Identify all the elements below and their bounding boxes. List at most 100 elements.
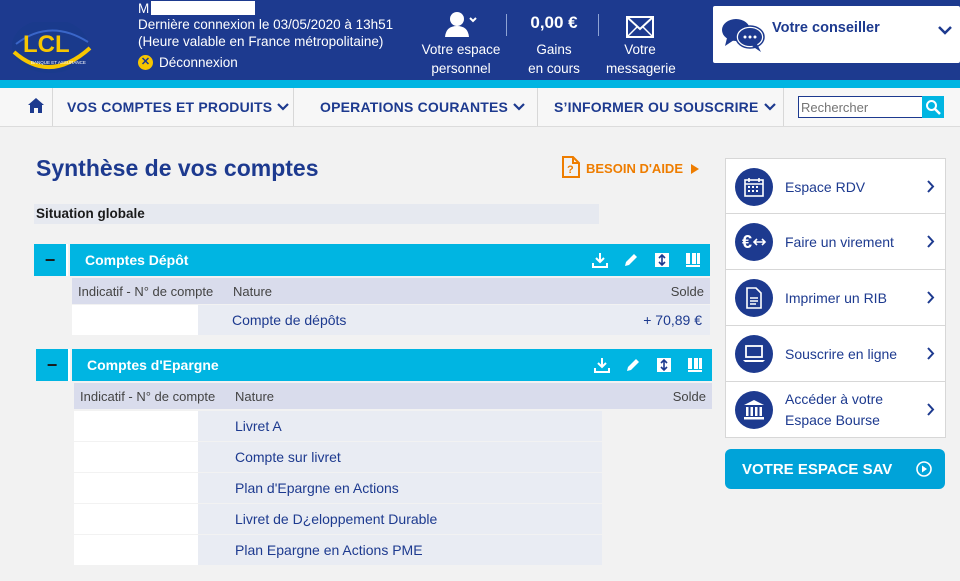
euro-transfer-icon: € (735, 223, 773, 261)
table-row[interactable]: Compte sur livret (74, 442, 602, 472)
sidebar-item-label: Souscrire en ligne (785, 345, 898, 362)
table-row[interactable]: Livret de D¿eloppement Durable (74, 504, 602, 534)
pencil-icon[interactable] (621, 250, 641, 270)
section-title: Comptes Dépôt (85, 252, 189, 268)
nav-item-inform-subscribe[interactable]: S’INFORMER OU SOUSCRIRE (554, 88, 776, 126)
savings-column-headers: Indicatif - N° de compte Nature Solde (74, 383, 712, 409)
messaging-line1: Votre (624, 42, 656, 57)
chevron-right-icon (927, 180, 935, 198)
collapse-deposit-button[interactable]: − (34, 244, 68, 276)
user-initial: M (138, 0, 150, 16)
search-button[interactable] (922, 96, 944, 118)
situation-label: Situation globale (36, 206, 145, 221)
personal-space-button[interactable]: Votre espace personnel (420, 0, 502, 80)
chevron-down-icon (277, 103, 290, 111)
column-header-balance: Solde (670, 284, 704, 299)
user-info: M Dernière connexion le 03/05/2020 à 13h… (138, 0, 393, 71)
advisor-title: Votre conseiller (772, 20, 880, 36)
sav-space-button[interactable]: VOTRE ESPACE SAV (725, 449, 945, 489)
header-divider (506, 14, 507, 36)
column-header-nature: Nature (235, 389, 275, 404)
logo-text: LCL (23, 31, 70, 58)
download-icon[interactable] (592, 355, 612, 375)
columns-icon[interactable] (683, 250, 703, 270)
collapse-savings-button[interactable]: − (36, 349, 70, 381)
timezone-note: (Heure valable en France métropolitaine) (138, 34, 384, 49)
column-header-account: Indicatif - N° de compte (78, 284, 214, 299)
nav-item-current-operations[interactable]: OPERATIONS COURANTES (320, 88, 525, 126)
gains-line2: en cours (528, 61, 580, 76)
redacted-account-number (74, 473, 198, 503)
account-nature: Plan Epargne en Actions PME (235, 542, 423, 558)
close-icon: ✕ (138, 55, 153, 70)
chevron-right-icon (927, 235, 935, 253)
redacted-user-name (151, 1, 256, 15)
section-title: Comptes d'Epargne (87, 357, 219, 373)
nav-divider (783, 88, 784, 126)
columns-icon[interactable] (685, 355, 705, 375)
redacted-account-number (74, 535, 198, 565)
logout-link[interactable]: ✕ Déconnexion (138, 54, 393, 71)
header-accent-strip (0, 80, 960, 88)
sidebar-item-label: Espace RDV (785, 178, 866, 195)
chevron-right-icon (927, 291, 935, 309)
svg-text:€: € (742, 232, 752, 252)
help-link[interactable]: ? BESOIN D'AIDE (561, 155, 699, 182)
table-row[interactable]: Plan Epargne en Actions PME (74, 535, 602, 565)
table-row[interactable]: Plan d'Epargne en Actions (74, 473, 602, 503)
search-input[interactable] (798, 96, 922, 118)
download-icon[interactable] (590, 250, 610, 270)
calendar-icon (735, 168, 773, 206)
chevron-down-icon (513, 103, 525, 111)
table-row[interactable]: Compte de dépôts + 70,89 € (72, 305, 710, 335)
sidebar-item-stock-exchange[interactable]: Accéder à votre Espace Bourse (725, 382, 946, 438)
sidebar-item-subscribe-online[interactable]: Souscrire en ligne (725, 326, 946, 382)
gains-amount: 0,00 € (530, 12, 578, 32)
gains-button[interactable]: 0,00 € Gains en cours (520, 0, 588, 80)
chevron-right-icon (927, 347, 935, 365)
redacted-account-number (74, 442, 198, 472)
nav-item-label: OPERATIONS COURANTES (320, 99, 509, 115)
sort-vertical-icon[interactable] (654, 355, 674, 375)
user-icon (420, 0, 502, 40)
envelope-icon (606, 0, 674, 40)
messaging-button[interactable]: Votre messagerie (606, 0, 676, 80)
document-icon (735, 279, 773, 317)
nav-item-label: S’INFORMER OU SOUSCRIRE (554, 99, 759, 115)
column-header-account: Indicatif - N° de compte (80, 389, 216, 404)
sidebar-item-transfer[interactable]: € Faire un virement (725, 214, 946, 270)
bank-building-icon (735, 391, 773, 429)
sidebar-item-print-rib[interactable]: Imprimer un RIB (725, 270, 946, 326)
logo-subtitle: BANQUE ET ASSURANCE (31, 60, 86, 65)
sort-vertical-icon[interactable] (652, 250, 672, 270)
pencil-icon[interactable] (623, 355, 643, 375)
account-nature: Livret A (235, 418, 282, 434)
sidebar-item-appointment[interactable]: Espace RDV (725, 158, 946, 214)
sidebar-item-label: Faire un virement (785, 233, 894, 250)
deposit-accounts-header: Comptes Dépôt (70, 244, 710, 276)
nav-item-accounts-products[interactable]: VOS COMPTES ET PRODUITS (67, 88, 290, 126)
account-nature: Livret de D¿eloppement Durable (235, 511, 438, 527)
help-document-icon: ? (561, 155, 581, 182)
svg-text:?: ? (567, 164, 574, 176)
gains-line1: Gains (536, 42, 572, 57)
savings-accounts-header: Comptes d'Epargne (72, 349, 712, 381)
deposit-column-headers: Indicatif - N° de compte Nature Solde (72, 278, 710, 304)
chevron-down-icon (938, 22, 952, 40)
logout-label: Déconnexion (159, 55, 238, 70)
table-row[interactable]: Livret A (74, 411, 602, 441)
section-toolbar (590, 250, 703, 270)
advisor-panel[interactable]: Votre conseiller (713, 6, 960, 63)
search-box (798, 96, 944, 118)
nav-divider (537, 88, 538, 126)
last-login-text: Dernière connexion le 03/05/2020 à 13h51 (138, 17, 394, 32)
column-header-balance: Solde (672, 389, 706, 404)
account-balance: + 70,89 € (643, 312, 702, 328)
redacted-account-number (74, 504, 198, 534)
sidebar-item-label: Imprimer un RIB (785, 289, 887, 306)
help-label: BESOIN D'AIDE (586, 161, 683, 176)
home-button[interactable] (24, 88, 48, 126)
lcl-logo[interactable]: LCL BANQUE ET ASSURANCE (10, 19, 94, 82)
quick-actions-sidebar: Espace RDV € Faire un virement Imprimer … (725, 158, 946, 438)
redacted-advisor-name (772, 38, 922, 56)
